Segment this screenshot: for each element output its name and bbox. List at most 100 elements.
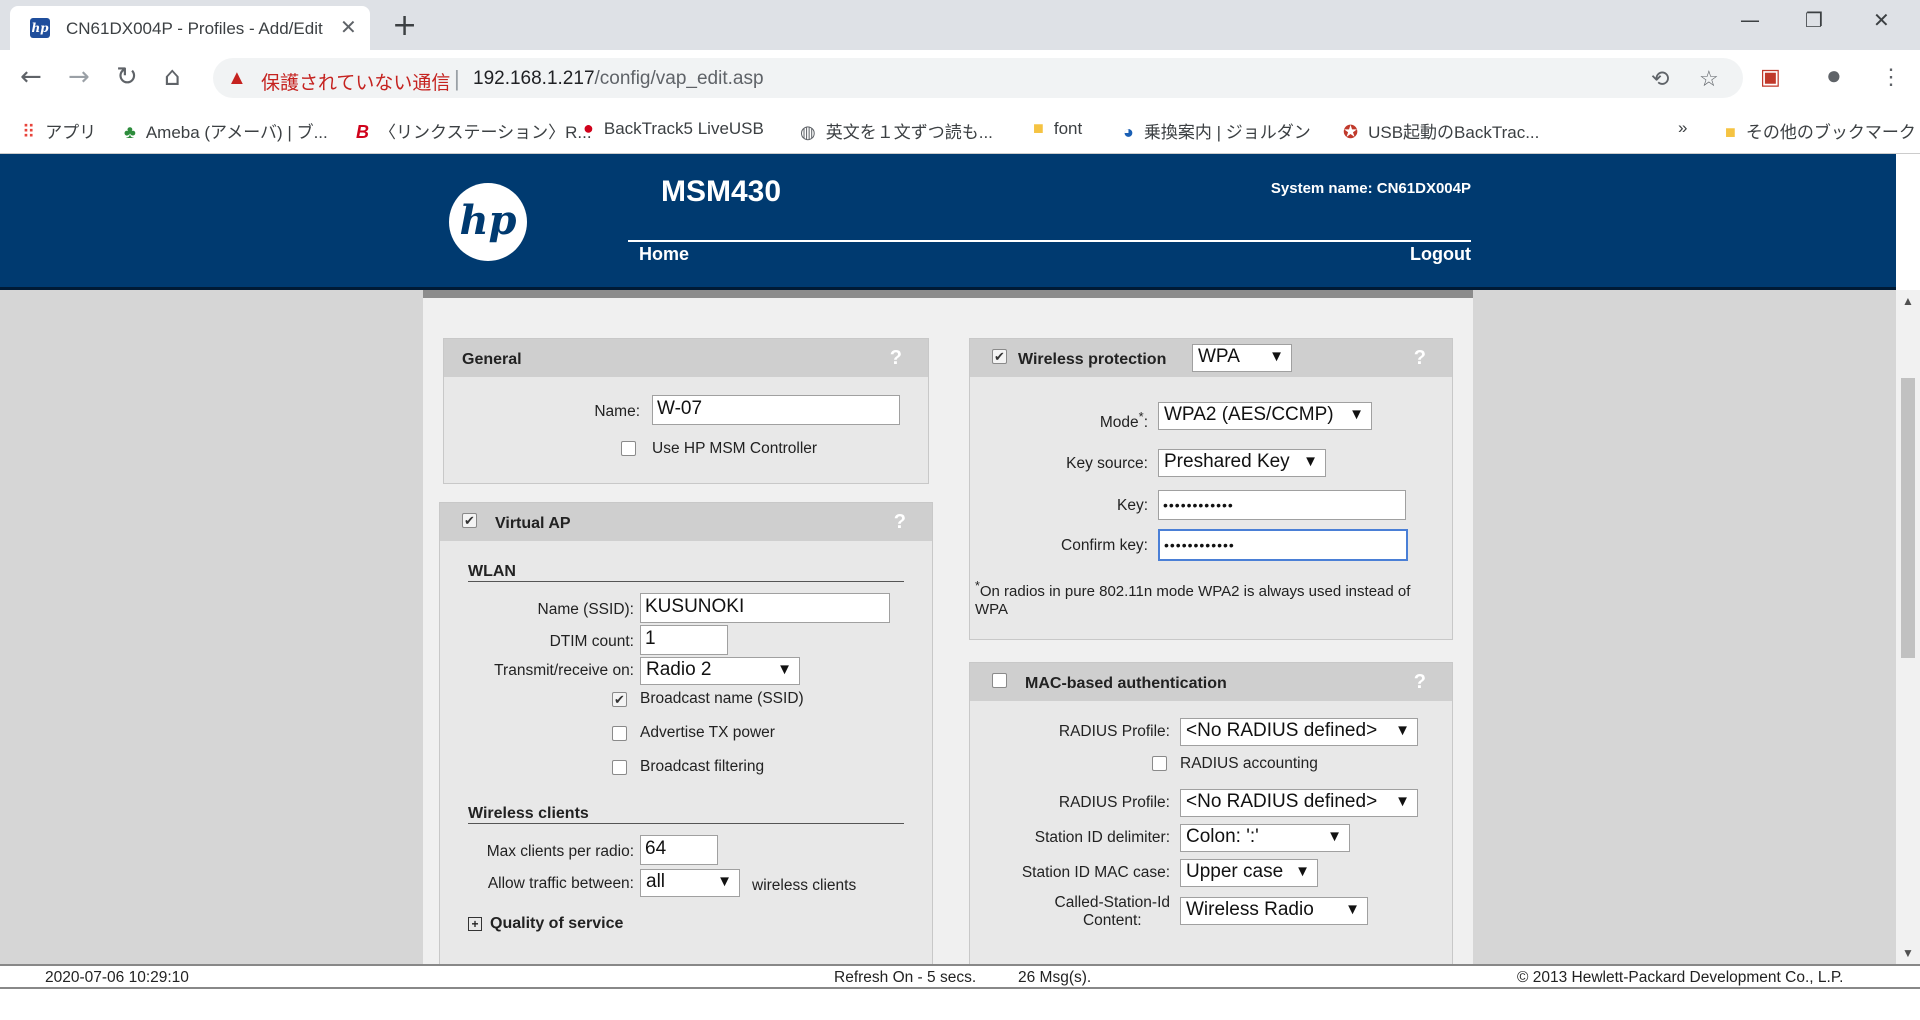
close-window-icon[interactable]: ✕ (1873, 8, 1890, 32)
virtual-ap-checkbox[interactable]: ✔ (462, 513, 477, 528)
radius-accounting-checkbox[interactable] (1152, 756, 1167, 771)
general-help-button[interactable]: ? (890, 347, 902, 370)
status-refresh[interactable]: Refresh On - 5 secs. (834, 969, 976, 987)
bookmarks-overflow-button[interactable]: » (1678, 118, 1687, 138)
buffalo-icon: B (356, 122, 369, 142)
key-source-select[interactable]: Preshared Key ▼ (1158, 449, 1326, 477)
home-icon[interactable]: ⌂ (164, 62, 181, 92)
use-controller-checkbox[interactable] (621, 441, 636, 456)
warning-icon: ▲ (227, 67, 247, 89)
page-scrollbar[interactable]: ▲ ▼ (1896, 290, 1920, 964)
qos-heading[interactable]: + Quality of service (468, 915, 623, 933)
restore-icon[interactable]: ❐ (1805, 8, 1823, 32)
address-bar[interactable]: ▲ 保護されていない通信 | 192.168.1.217/config/vap_… (213, 58, 1743, 98)
url-text: 192.168.1.217/config/vap_edit.asp (473, 68, 764, 90)
new-tab-button[interactable]: + (392, 8, 417, 43)
translate-icon[interactable]: ⟲ (1651, 66, 1669, 92)
wireless-protection-help-button[interactable]: ? (1414, 347, 1426, 370)
dropdown-arrow-icon: ▼ (1295, 863, 1310, 880)
wireless-protection-checkbox[interactable]: ✔ (992, 349, 1007, 364)
bookmark-apps[interactable]: ⠿ アプリ (22, 118, 96, 143)
browser-tab-strip: hp CN61DX004P - Profiles - Add/Edit ✕ + … (0, 0, 1920, 50)
ssid-field[interactable]: KUSUNOKI (640, 593, 890, 623)
protection-type-select[interactable]: WPA ▼ (1192, 344, 1292, 372)
virtual-ap-panel: ✔ Virtual AP ? WLAN Name (SSID): KUSUNOK… (439, 502, 933, 964)
content-area: General ? Name: W-07 Use HP MSM Controll… (423, 290, 1473, 964)
other-bookmarks-label: その他のブックマーク (1745, 123, 1916, 142)
bookmark-label: アプリ (45, 123, 97, 142)
scroll-thumb[interactable] (1901, 378, 1915, 658)
radius-profile-value: <No RADIUS defined> (1186, 720, 1378, 741)
logout-link[interactable]: Logout (1410, 244, 1471, 265)
folder-icon: ■ (1725, 122, 1736, 142)
radius-profile2-select[interactable]: <No RADIUS defined> ▼ (1180, 789, 1418, 817)
scroll-up-icon[interactable]: ▲ (1902, 294, 1914, 308)
general-panel-header: General ? (444, 339, 928, 377)
product-name: MSM430 (661, 175, 782, 208)
bookmark-eibun[interactable]: ◍ 英文を１文ずつ読も... (800, 118, 993, 143)
dtim-field[interactable]: 1 (640, 625, 728, 655)
minimize-icon[interactable]: — (1740, 8, 1760, 32)
station-case-label: Station ID MAC case: (1021, 864, 1170, 881)
bookmark-jorudan[interactable]: ◕ 乗換案内 | ジョルダン (1123, 118, 1311, 143)
bookmark-star-icon[interactable]: ☆ (1699, 66, 1719, 92)
dropdown-arrow-icon: ▼ (1345, 901, 1360, 918)
mode-select[interactable]: WPA2 (AES/CCMP) ▼ (1158, 402, 1372, 430)
allow-traffic-label: Allow traffic between: (487, 875, 634, 892)
forward-icon[interactable]: → (68, 62, 90, 92)
name-label: Name: (594, 403, 640, 420)
usb-icon: ✪ (1343, 122, 1359, 142)
home-link[interactable]: Home (639, 244, 689, 265)
bookmark-usb-backtrack[interactable]: ✪ USB起動のBackTrac... (1343, 118, 1539, 143)
station-case-select[interactable]: Upper case ▼ (1180, 859, 1318, 887)
max-clients-field[interactable]: 64 (640, 835, 718, 865)
header-divider (628, 240, 1471, 242)
broadcast-filter-checkbox[interactable] (612, 760, 627, 775)
broadcast-name-checkbox[interactable]: ✔ (612, 692, 627, 707)
folder-icon: ■ (1033, 118, 1044, 138)
dropdown-arrow-icon: ▼ (777, 661, 792, 678)
bookmark-font[interactable]: ■ font (1033, 118, 1082, 139)
called-station-value: Wireless Radio (1186, 899, 1314, 920)
wireless-clients-divider (468, 823, 904, 824)
radius-profile2-label: RADIUS Profile: (1058, 794, 1170, 811)
browser-tab[interactable]: hp CN61DX004P - Profiles - Add/Edit ✕ (10, 6, 370, 50)
status-datetime: 2020-07-06 10:29:10 (45, 969, 189, 986)
station-case-value: Upper case (1186, 861, 1284, 882)
radio-select[interactable]: Radio 2 ▼ (640, 657, 800, 685)
virtual-ap-header: ✔ Virtual AP ? (440, 503, 932, 541)
other-bookmarks[interactable]: ■ その他のブックマーク (1725, 118, 1916, 143)
not-secure-label: 保護されていない通信 (261, 73, 451, 94)
bookmark-backtrack[interactable]: ● BackTrack5 LiveUSB (583, 118, 764, 139)
radius-profile-select[interactable]: <No RADIUS defined> ▼ (1180, 718, 1418, 746)
allow-traffic-suffix: wireless clients (752, 877, 857, 894)
bookmark-label: BackTrack5 LiveUSB (603, 119, 764, 138)
bookmark-ameba[interactable]: ♣ Ameba (アメーバ) | ブ... (124, 118, 328, 143)
reload-icon[interactable]: ↻ (116, 62, 138, 92)
use-controller-label: Use HP MSM Controller (652, 440, 818, 457)
allow-traffic-select[interactable]: all ▼ (640, 869, 740, 897)
mac-auth-panel: MAC-based authentication ? RADIUS Profil… (969, 662, 1453, 964)
scroll-down-icon[interactable]: ▼ (1902, 946, 1914, 960)
virtual-ap-help-button[interactable]: ? (894, 511, 906, 534)
wlan-divider (468, 581, 904, 582)
pdf-extension-icon[interactable]: ▣ (1760, 64, 1781, 90)
called-station-select[interactable]: Wireless Radio ▼ (1180, 897, 1368, 925)
name-field[interactable]: W-07 (652, 395, 900, 425)
web-page: hp MSM430 System name: CN61DX004P Home L… (0, 154, 1896, 964)
mac-auth-help-button[interactable]: ? (1414, 671, 1426, 694)
key-field[interactable]: •••••••••••• (1158, 490, 1406, 520)
radius-profile-label: RADIUS Profile: (1058, 723, 1170, 740)
station-delim-select[interactable]: Colon: ':' ▼ (1180, 824, 1350, 852)
profile-avatar-icon[interactable]: ● (1826, 60, 1842, 91)
confirm-key-field[interactable]: •••••••••••• (1158, 529, 1408, 561)
protection-type-value: WPA (1198, 346, 1240, 367)
jorudan-icon: ◕ (1123, 122, 1134, 142)
status-messages[interactable]: 26 Msg(s). (1018, 969, 1091, 987)
close-tab-icon[interactable]: ✕ (340, 15, 357, 40)
advertise-tx-checkbox[interactable] (612, 726, 627, 741)
bookmark-linkstation[interactable]: B 〈リンクステーション〉R... (356, 118, 592, 143)
menu-kebab-icon[interactable]: ⋮ (1880, 64, 1902, 90)
mac-auth-checkbox[interactable] (992, 673, 1007, 688)
back-icon[interactable]: ← (20, 62, 42, 92)
